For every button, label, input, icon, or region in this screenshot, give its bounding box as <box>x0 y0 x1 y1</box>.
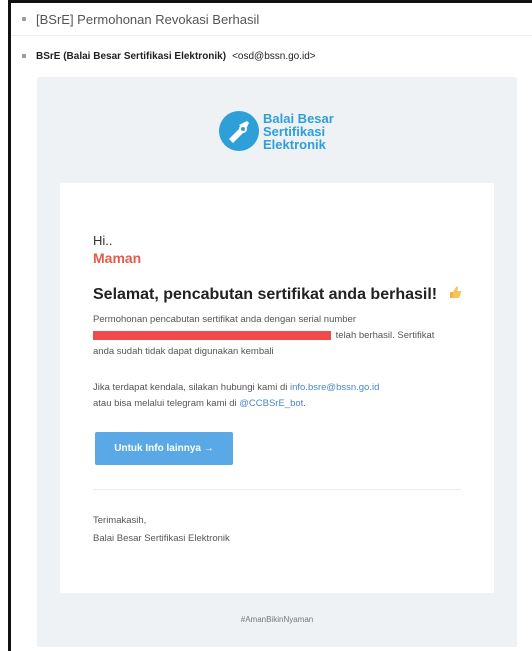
sender-name: BSrE (Balai Besar Sertifikasi Elektronik… <box>36 50 227 62</box>
message-line2-suffix: telah berhasil. Sertifikat <box>335 330 435 341</box>
email-subject: [BSrE] Permohonan Revokasi Berhasil <box>36 11 260 27</box>
more-info-button[interactable]: Untuk Info lainnya → <box>95 432 233 465</box>
contact-prefix: Jika terdapat kendala, silakan hubungi k… <box>93 382 288 393</box>
closing: Terimakasih, Balai Besar Sertifikasi Ele… <box>93 512 230 548</box>
subject-bullet-icon <box>22 17 26 21</box>
telegram-link[interactable]: @CCBSrE_bot <box>239 398 303 409</box>
contact-suffix: . <box>303 398 306 409</box>
bsre-logo: Balai Besar Sertifikasi Elektronik <box>219 108 339 154</box>
bsre-logo-icon <box>219 111 259 151</box>
message-line3: anda sudah tidak dapat digunakan kembali <box>93 346 274 357</box>
greeting-hi: Hi.. <box>93 233 113 248</box>
serial-number-redaction <box>93 330 331 340</box>
headline: Selamat, pencabutan sertifikat anda berh… <box>93 285 462 304</box>
contact-message: Jika terdapat kendala, silakan hubungi k… <box>93 380 463 412</box>
contact-email-link[interactable]: info.bsre@bssn.go.id <box>290 382 379 393</box>
sender-row[interactable]: BSrE (Balai Besar Sertifikasi Elektronik… <box>11 40 532 72</box>
content-divider <box>93 489 461 490</box>
bsre-logo-text: Balai Besar Sertifikasi Elektronik <box>263 110 334 152</box>
contact-mid: atau bisa melalui telegram kami di <box>93 398 237 409</box>
message-line1: Permohonan pencabutan sertifikat anda de… <box>93 314 357 325</box>
recipient-name: Maman <box>93 250 142 266</box>
sender-bullet-icon <box>22 54 26 58</box>
thumbs-up-hand-icon <box>448 285 462 303</box>
message-line2: telah berhasil. Sertifikat <box>93 328 463 344</box>
headline-text: Selamat, pencabutan sertifikat anda berh… <box>93 286 438 303</box>
footer-hashtag: #AmanBikinNyaman <box>240 615 314 624</box>
sender-email: <osd@bssn.go.id> <box>232 50 316 62</box>
revocation-message: Permohonan pencabutan sertifikat anda de… <box>93 312 463 360</box>
email-subject-bar[interactable]: [BSrE] Permohonan Revokasi Berhasil <box>11 3 532 36</box>
closing-signature: Balai Besar Sertifikasi Elektronik <box>93 533 230 544</box>
closing-thanks: Terimakasih, <box>93 515 147 526</box>
